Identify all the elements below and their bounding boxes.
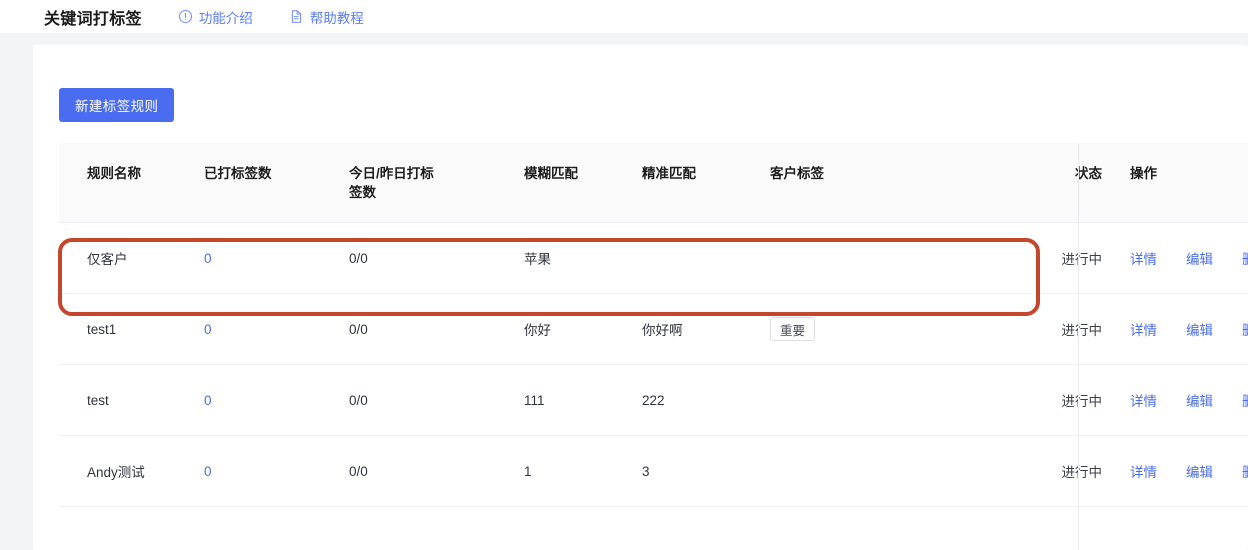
help-tutorial-label: 帮助教程	[309, 10, 364, 26]
cell-customer-tag	[770, 222, 1015, 294]
status-badge: 进行中	[1061, 394, 1103, 409]
cell-customer-tag: 重要	[770, 293, 1015, 365]
cell-status: 进行中	[1015, 222, 1103, 294]
cell-operations: 详情 编辑 删除	[1102, 435, 1248, 507]
delete-link[interactable]: 删除	[1242, 461, 1248, 481]
cell-tagged-count: 0	[204, 293, 349, 365]
detail-link[interactable]: 详情	[1130, 461, 1157, 481]
detail-link[interactable]: 详情	[1130, 248, 1157, 268]
document-icon	[289, 9, 304, 24]
cell-exact-match: 222	[642, 364, 770, 436]
cell-fuzzy-match: 你好	[524, 293, 642, 365]
delete-link[interactable]: 删除	[1242, 248, 1248, 268]
cell-operations: 详情 编辑 删除	[1102, 364, 1248, 436]
cell-status: 进行中	[1015, 293, 1103, 365]
tagged-count-link[interactable]: 0	[204, 322, 212, 337]
customer-tag-chip: 重要	[770, 317, 816, 341]
column-header-rule-name: 规则名称	[59, 143, 204, 223]
tagged-count-link[interactable]: 0	[204, 393, 212, 408]
cell-rule-name: Andy测试	[59, 435, 204, 507]
rules-table-container[interactable]: 规则名称 已打标签数 今日/昨日打标签数 模糊匹配 精准匹配 客户标签 状态 操…	[59, 143, 1248, 550]
table-row[interactable]: test 0 0/0 111 222 进行中 详情 编辑 删除	[59, 364, 1248, 436]
page-title: 关键词打标签	[44, 10, 142, 28]
cell-tagged-count: 0	[204, 435, 349, 507]
tagged-count-link[interactable]: 0	[204, 251, 212, 266]
table-header-row: 规则名称 已打标签数 今日/昨日打标签数 模糊匹配 精准匹配 客户标签 状态 操…	[59, 143, 1248, 223]
delete-link[interactable]: 删除	[1242, 319, 1248, 339]
tagged-count-link[interactable]: 0	[204, 464, 212, 479]
column-header-customer-tag: 客户标签	[770, 143, 1015, 223]
edit-link[interactable]: 编辑	[1186, 319, 1213, 339]
table-body: 仅客户 0 0/0 苹果 进行中 详情 编辑 删除	[59, 222, 1248, 507]
cell-tagged-count: 0	[204, 364, 349, 436]
cell-status: 进行中	[1015, 435, 1103, 507]
feature-intro-label: 功能介绍	[198, 10, 253, 26]
edit-link[interactable]: 编辑	[1186, 461, 1213, 481]
cell-operations: 详情 编辑 删除	[1102, 222, 1248, 294]
app-root: 关键词打标签 功能介绍 帮助教程 新建标签规则 规则名称 已打标签数 今日/昨日…	[0, 0, 1248, 550]
detail-link[interactable]: 详情	[1130, 319, 1157, 339]
column-header-fuzzy-match: 模糊匹配	[524, 143, 642, 223]
cell-status: 进行中	[1015, 364, 1103, 436]
content-card: 新建标签规则 规则名称 已打标签数 今日/昨日打标签数 模糊匹配 精准匹配 客户…	[33, 45, 1248, 550]
cell-today-count: 0/0	[349, 222, 524, 294]
table-row[interactable]: Andy测试 0 0/0 1 3 进行中 详情 编辑 删除	[59, 435, 1248, 507]
cell-today-count: 0/0	[349, 293, 524, 365]
cell-fuzzy-match: 1	[524, 435, 642, 507]
create-tag-rule-button[interactable]: 新建标签规则	[59, 88, 175, 122]
cell-today-count: 0/0	[349, 435, 524, 507]
cell-rule-name: test	[59, 364, 204, 436]
help-tutorial-link[interactable]: 帮助教程	[289, 7, 364, 27]
table-head: 规则名称 已打标签数 今日/昨日打标签数 模糊匹配 精准匹配 客户标签 状态 操…	[59, 143, 1248, 223]
table-toolbar: 新建标签规则	[59, 88, 175, 122]
page-header: 关键词打标签 功能介绍 帮助教程	[0, 0, 1248, 33]
status-badge: 进行中	[1061, 252, 1103, 267]
status-badge: 进行中	[1061, 465, 1103, 480]
feature-intro-link[interactable]: 功能介绍	[178, 7, 253, 27]
column-header-operations: 操作	[1102, 143, 1248, 223]
cell-customer-tag	[770, 435, 1015, 507]
cell-tagged-count: 0	[204, 222, 349, 294]
edit-link[interactable]: 编辑	[1186, 390, 1213, 410]
cell-today-count: 0/0	[349, 364, 524, 436]
cell-rule-name: 仅客户	[59, 222, 204, 294]
cell-exact-match: 3	[642, 435, 770, 507]
info-circle-icon	[178, 9, 193, 24]
rules-table: 规则名称 已打标签数 今日/昨日打标签数 模糊匹配 精准匹配 客户标签 状态 操…	[59, 143, 1248, 507]
cell-operations: 详情 编辑 删除	[1102, 293, 1248, 365]
cell-exact-match	[642, 222, 770, 294]
cell-customer-tag	[770, 364, 1015, 436]
status-badge: 进行中	[1061, 323, 1103, 338]
table-row[interactable]: 仅客户 0 0/0 苹果 进行中 详情 编辑 删除	[59, 222, 1248, 294]
cell-fuzzy-match: 111	[524, 364, 642, 436]
column-header-status: 状态	[1015, 143, 1102, 223]
column-header-today-count: 今日/昨日打标签数	[349, 143, 524, 223]
detail-link[interactable]: 详情	[1130, 390, 1157, 410]
edit-link[interactable]: 编辑	[1186, 248, 1213, 268]
cell-exact-match: 你好啊	[642, 293, 770, 365]
column-header-exact-match: 精准匹配	[642, 143, 770, 223]
cell-rule-name: test1	[59, 293, 204, 365]
column-header-tagged-count: 已打标签数	[204, 143, 349, 223]
table-row[interactable]: test1 0 0/0 你好 你好啊 重要 进行中 详情 编辑 删除	[59, 293, 1248, 365]
delete-link[interactable]: 删除	[1242, 390, 1248, 410]
cell-fuzzy-match: 苹果	[524, 222, 642, 294]
